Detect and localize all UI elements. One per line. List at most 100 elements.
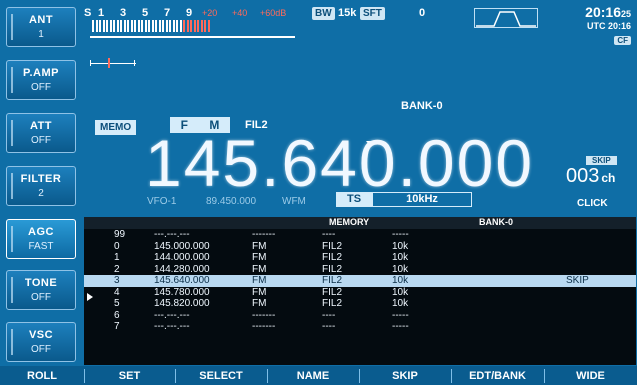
tone-key-value: OFF — [31, 292, 51, 303]
memory-cell-freq: 145.780.000 — [154, 286, 210, 298]
key-indicator-bar — [11, 120, 13, 146]
memory-row[interactable]: 1 144.000.000 FM FIL2 10k — [84, 252, 636, 264]
meter-segment — [130, 20, 133, 32]
key-indicator-bar — [11, 67, 13, 93]
memory-row[interactable]: 99 ---.---.--- ------- ---- ----- — [84, 229, 636, 241]
meter-segment — [197, 20, 199, 32]
channel-display: 003 ch — [566, 165, 615, 188]
meter-segment — [176, 20, 178, 32]
memory-cell-mode: FM — [252, 252, 267, 263]
memory-cell-freq: ---.---.--- — [154, 309, 190, 321]
meter-segment — [144, 20, 147, 32]
meter-segment — [162, 20, 164, 32]
click-label: CLICK — [577, 198, 608, 209]
memory-cell-ch: 1 — [114, 252, 120, 263]
memory-cell-skip: SKIP — [566, 275, 589, 286]
meter-segment — [134, 20, 136, 32]
meter-segment — [123, 20, 126, 32]
memory-cell-freq: 145.640.000 — [154, 275, 210, 286]
meter-segment — [172, 20, 175, 32]
memory-cell-ch: 0 — [114, 240, 120, 252]
vsc-key[interactable]: VSC OFF — [6, 322, 76, 362]
memory-cell-fil: FIL2 — [322, 240, 343, 252]
meter-segment — [183, 20, 185, 32]
memory-cell-ch: 2 — [114, 263, 120, 275]
select-softkey[interactable]: SELECT — [175, 367, 267, 385]
memory-cell-ch: 5 — [114, 298, 120, 309]
memory-cell-mode: ------- — [252, 229, 276, 240]
meter-segment — [113, 20, 115, 32]
memory-row[interactable]: 5 145.820.000 FM FIL2 10k — [84, 298, 636, 310]
meter-segment — [95, 20, 98, 32]
meter-segment — [99, 20, 101, 32]
att-key-value: OFF — [31, 135, 51, 146]
key-indicator-bar — [11, 173, 13, 199]
memory-cell-fil: ---- — [322, 321, 336, 332]
clock-seconds: 25 — [620, 9, 631, 19]
memory-cell-fil: FIL2 — [322, 263, 343, 275]
vsc-key-value: OFF — [31, 344, 51, 355]
memory-cell-ch: 7 — [114, 321, 120, 332]
memory-title: MEMORY — [329, 217, 370, 227]
memory-cell-ch: 99 — [114, 229, 126, 240]
pamp-key-label: P.AMP — [23, 67, 59, 79]
memory-cell-mode: FM — [252, 298, 267, 309]
meter-segment — [200, 20, 203, 32]
meter-segment — [148, 20, 150, 32]
skip-badge: SKIP — [586, 156, 617, 165]
meter-segment — [102, 20, 105, 32]
memory-cell-step: 10k — [392, 298, 409, 309]
memory-cell-freq: ---.---.--- — [154, 321, 190, 332]
memory-cell-step: ----- — [392, 321, 409, 332]
memory-cell-step: 10k — [392, 252, 409, 263]
memory-cell-fil: ---- — [322, 309, 336, 321]
name-softkey[interactable]: NAME — [267, 367, 359, 385]
memory-row[interactable]: 4 145.780.000 FM FIL2 10k — [84, 287, 636, 299]
sft-badge: SFT — [360, 7, 385, 20]
vsc-key-label: VSC — [28, 329, 54, 341]
meter-segment — [151, 20, 154, 32]
agc-key[interactable]: AGC FAST — [6, 219, 76, 259]
ant-key-label: ANT — [28, 14, 54, 26]
memory-cell-mode: FM — [252, 286, 267, 298]
memory-table: MEMORY BANK-0 99 ---.---.--- ------- ---- --… — [84, 217, 636, 365]
pamp-key[interactable]: P.AMP OFF — [6, 60, 76, 100]
wide-softkey[interactable]: WIDE — [544, 367, 637, 385]
vfo-label: VFO-1 — [147, 196, 177, 207]
meter-segment — [106, 20, 108, 32]
filter-key[interactable]: FILTER 2 — [6, 166, 76, 206]
memory-table-header: MEMORY BANK-0 — [84, 217, 636, 229]
memory-cell-ch: 4 — [114, 286, 120, 298]
memory-row[interactable]: 3 145.640.000 FM FIL2 10k SKIP — [84, 275, 636, 287]
memory-cell-step: ----- — [392, 229, 409, 240]
tone-key[interactable]: TONE OFF — [6, 270, 76, 310]
att-key[interactable]: ATT OFF — [6, 113, 76, 153]
memory-cell-fil: FIL2 — [322, 298, 343, 309]
meter-segment — [190, 20, 192, 32]
memory-row[interactable]: 0 145.000.000 FM FIL2 10k — [84, 241, 636, 253]
ant-key[interactable]: ANT 1 — [6, 7, 76, 47]
memory-cell-fil: ---- — [322, 229, 336, 240]
agc-key-value: FAST — [28, 241, 54, 252]
memory-cell-step: 10k — [392, 240, 409, 252]
meter-segment — [193, 20, 196, 32]
memory-row[interactable]: 7 ---.---.--- ------- ---- ----- — [84, 321, 636, 333]
skip-softkey[interactable]: SKIP — [359, 367, 451, 385]
memory-cell-freq: 145.820.000 — [154, 298, 210, 309]
memory-cell-step: 10k — [392, 275, 409, 286]
memory-row[interactable]: 6 ---.---.--- ------- ---- ----- — [84, 310, 636, 322]
s-meter-label: S — [84, 7, 92, 19]
meter-segment — [127, 20, 129, 32]
set-softkey[interactable]: SET — [84, 367, 175, 385]
memory-row[interactable]: 2 144.280.000 FM FIL2 10k — [84, 264, 636, 276]
meter-segment — [92, 20, 94, 32]
s-meter-baseline — [90, 36, 295, 38]
meter-segment — [155, 20, 157, 32]
roll-softkey[interactable]: ROLL — [0, 367, 84, 385]
key-indicator-bar — [11, 14, 13, 40]
edt-bank-softkey[interactable]: EDT/BANK — [451, 367, 544, 385]
ts-badge: TS — [336, 192, 372, 207]
memory-cell-fil: FIL2 — [322, 286, 343, 298]
sub-frequency: 89.450.000 — [206, 196, 257, 207]
memory-cell-step: 10k — [392, 263, 409, 275]
